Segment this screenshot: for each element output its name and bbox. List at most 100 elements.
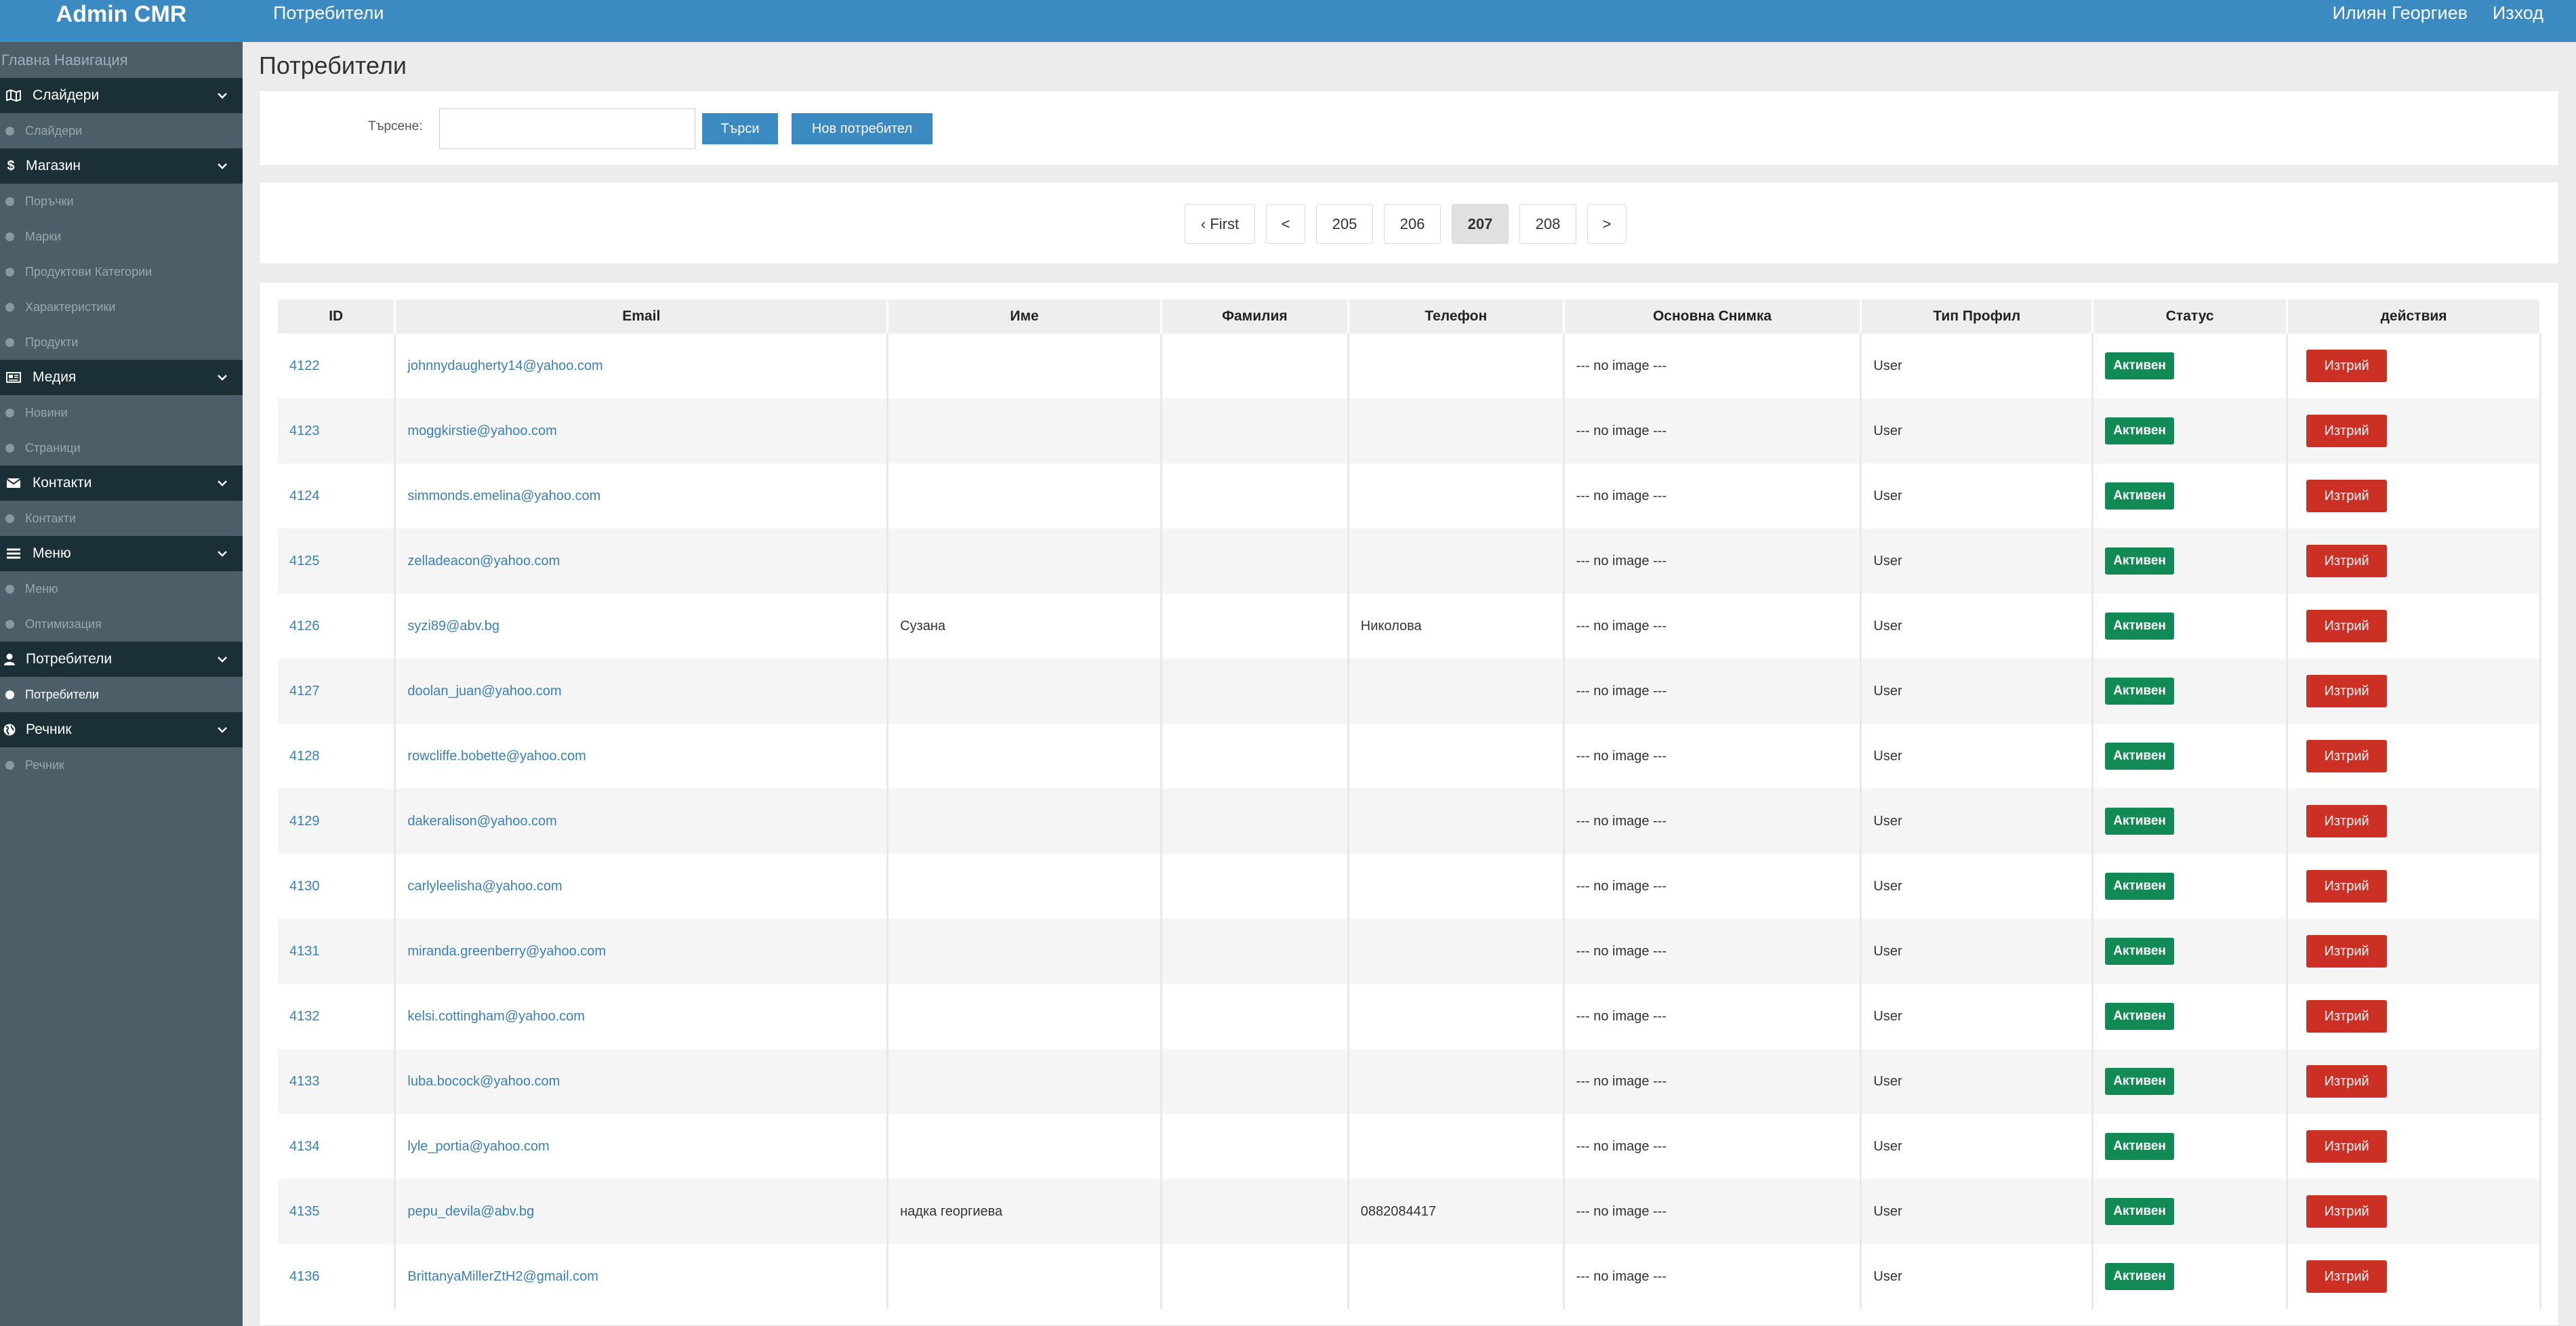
- sidebar-item-characteristics[interactable]: Характеристики: [0, 289, 243, 325]
- sidebar-section-users[interactable]: Потребители: [0, 642, 243, 677]
- pagination-prev-button[interactable]: <: [1266, 204, 1305, 244]
- sidebar-item-orders[interactable]: Поръчки: [0, 184, 243, 219]
- user-email-link[interactable]: BrittanyaMillerZtH2@gmail.com: [394, 1244, 889, 1309]
- delete-button[interactable]: Изтрий: [2306, 415, 2388, 447]
- status-badge[interactable]: Активен: [2105, 1133, 2174, 1160]
- status-badge[interactable]: Активен: [2105, 1263, 2174, 1290]
- status-badge[interactable]: Активен: [2105, 613, 2174, 640]
- user-id-link[interactable]: 4128: [278, 724, 396, 789]
- user-id-link[interactable]: 4127: [278, 659, 396, 724]
- sidebar-item-users[interactable]: Потребители: [0, 677, 243, 712]
- user-email-link[interactable]: miranda.greenberry@yahoo.com: [394, 919, 889, 984]
- sidebar-section-shop[interactable]: $ Магазин: [0, 148, 243, 184]
- user-email-link[interactable]: kelsi.cottingham@yahoo.com: [394, 984, 889, 1049]
- user-email-link[interactable]: pepu_devila@abv.bg: [394, 1179, 889, 1244]
- user-email-link[interactable]: zelladeacon@yahoo.com: [394, 529, 889, 594]
- sidebar-item-brands[interactable]: Марки: [0, 219, 243, 254]
- column-header-main-image[interactable]: Основна Снимка: [1563, 299, 1862, 333]
- status-badge[interactable]: Активен: [2105, 808, 2174, 835]
- delete-button[interactable]: Изтрий: [2306, 675, 2388, 707]
- status-badge[interactable]: Активен: [2105, 352, 2174, 379]
- delete-button[interactable]: Изтрий: [2306, 935, 2388, 968]
- sidebar-item-dictionary[interactable]: Речник: [0, 747, 243, 783]
- pagination-current-page[interactable]: 207: [1452, 204, 1509, 244]
- status-badge[interactable]: Активен: [2105, 1068, 2174, 1095]
- delete-button[interactable]: Изтрий: [2306, 610, 2388, 642]
- sidebar-section-dictionary[interactable]: Речник: [0, 712, 243, 747]
- user-id-link[interactable]: 4135: [278, 1179, 396, 1244]
- status-badge[interactable]: Активен: [2105, 1003, 2174, 1030]
- delete-button[interactable]: Изтрий: [2306, 870, 2388, 903]
- status-badge[interactable]: Активен: [2105, 938, 2174, 965]
- user-id-link[interactable]: 4130: [278, 854, 396, 919]
- delete-button[interactable]: Изтрий: [2306, 480, 2388, 512]
- status-badge[interactable]: Активен: [2105, 743, 2174, 770]
- user-id-link[interactable]: 4122: [278, 333, 396, 398]
- user-email-link[interactable]: simmonds.emelina@yahoo.com: [394, 463, 889, 529]
- sidebar-item-pages[interactable]: Страници: [0, 430, 243, 465]
- user-id-link[interactable]: 4125: [278, 529, 396, 594]
- user-id-link[interactable]: 4126: [278, 594, 396, 659]
- status-badge[interactable]: Активен: [2105, 482, 2174, 510]
- delete-button[interactable]: Изтрий: [2306, 1065, 2388, 1098]
- pagination-next-button[interactable]: >: [1587, 204, 1627, 244]
- status-badge[interactable]: Активен: [2105, 417, 2174, 444]
- user-email-link[interactable]: luba.bocock@yahoo.com: [394, 1049, 889, 1114]
- user-id-link[interactable]: 4123: [278, 398, 396, 463]
- pagination-first-button[interactable]: ‹ First: [1185, 204, 1255, 244]
- sidebar-section-sliders[interactable]: Слайдери: [0, 78, 243, 113]
- sidebar-item-menu[interactable]: Меню: [0, 571, 243, 606]
- user-email-link[interactable]: lyle_portia@yahoo.com: [394, 1114, 889, 1179]
- user-id-link[interactable]: 4129: [278, 789, 396, 854]
- user-id-link[interactable]: 4132: [278, 984, 396, 1049]
- sidebar-item-news[interactable]: Новини: [0, 395, 243, 430]
- user-email-link[interactable]: moggkirstie@yahoo.com: [394, 398, 889, 463]
- sidebar-item-product-categories[interactable]: Продуктови Категории: [0, 254, 243, 289]
- sidebar-item-sliders[interactable]: Слайдери: [0, 113, 243, 148]
- pagination-page-button[interactable]: 205: [1316, 204, 1373, 244]
- user-id-link[interactable]: 4134: [278, 1114, 396, 1179]
- delete-button[interactable]: Изтрий: [2306, 1260, 2388, 1293]
- user-id-link[interactable]: 4124: [278, 463, 396, 529]
- status-badge[interactable]: Активен: [2105, 1198, 2174, 1225]
- sidebar-item-products[interactable]: Продукти: [0, 325, 243, 360]
- delete-button[interactable]: Изтрий: [2306, 1130, 2388, 1163]
- status-badge[interactable]: Активен: [2105, 547, 2174, 575]
- delete-button[interactable]: Изтрий: [2306, 1195, 2388, 1228]
- user-email-link[interactable]: doolan_juan@yahoo.com: [394, 659, 889, 724]
- sidebar-item-optimization[interactable]: Оптимизация: [0, 606, 243, 642]
- sidebar-section-media[interactable]: Медия: [0, 360, 243, 395]
- user-email-link[interactable]: johnnydaugherty14@yahoo.com: [394, 333, 889, 398]
- column-header-id[interactable]: ID: [278, 299, 396, 333]
- column-header-last-name[interactable]: Фамилия: [1161, 299, 1349, 333]
- new-user-button[interactable]: Нов потребител: [792, 113, 933, 144]
- search-input[interactable]: [439, 108, 695, 149]
- pagination-page-button[interactable]: 208: [1519, 204, 1576, 244]
- logout-link[interactable]: Изход: [2493, 3, 2543, 24]
- user-email-link[interactable]: rowcliffe.bobette@yahoo.com: [394, 724, 889, 789]
- delete-button[interactable]: Изтрий: [2306, 350, 2388, 382]
- delete-button[interactable]: Изтрий: [2306, 1000, 2388, 1033]
- column-header-first-name[interactable]: Име: [887, 299, 1162, 333]
- delete-button[interactable]: Изтрий: [2306, 545, 2388, 577]
- user-id-link[interactable]: 4131: [278, 919, 396, 984]
- column-header-status[interactable]: Статус: [2092, 299, 2289, 333]
- delete-button[interactable]: Изтрий: [2306, 740, 2388, 772]
- user-name-link[interactable]: Илиян Георгиев: [2333, 3, 2468, 24]
- search-button[interactable]: Търси: [702, 113, 778, 144]
- sidebar-item-contacts[interactable]: Контакти: [0, 501, 243, 536]
- user-id-link[interactable]: 4136: [278, 1244, 396, 1309]
- column-header-profile-type[interactable]: Тип Профил: [1860, 299, 2094, 333]
- pagination-page-button[interactable]: 206: [1384, 204, 1441, 244]
- column-header-phone[interactable]: Телефон: [1348, 299, 1565, 333]
- user-email-link[interactable]: carlyleelisha@yahoo.com: [394, 854, 889, 919]
- user-id-link[interactable]: 4133: [278, 1049, 396, 1114]
- user-email-link[interactable]: syzi89@abv.bg: [394, 594, 889, 659]
- sidebar-section-contacts[interactable]: Контакти: [0, 465, 243, 501]
- delete-button[interactable]: Изтрий: [2306, 805, 2388, 837]
- sidebar-section-menu[interactable]: Меню: [0, 536, 243, 571]
- breadcrumb[interactable]: Потребители: [273, 3, 384, 24]
- status-badge[interactable]: Активен: [2105, 678, 2174, 705]
- column-header-email[interactable]: Email: [394, 299, 889, 333]
- brand-logo[interactable]: Admin CMR: [0, 0, 243, 42]
